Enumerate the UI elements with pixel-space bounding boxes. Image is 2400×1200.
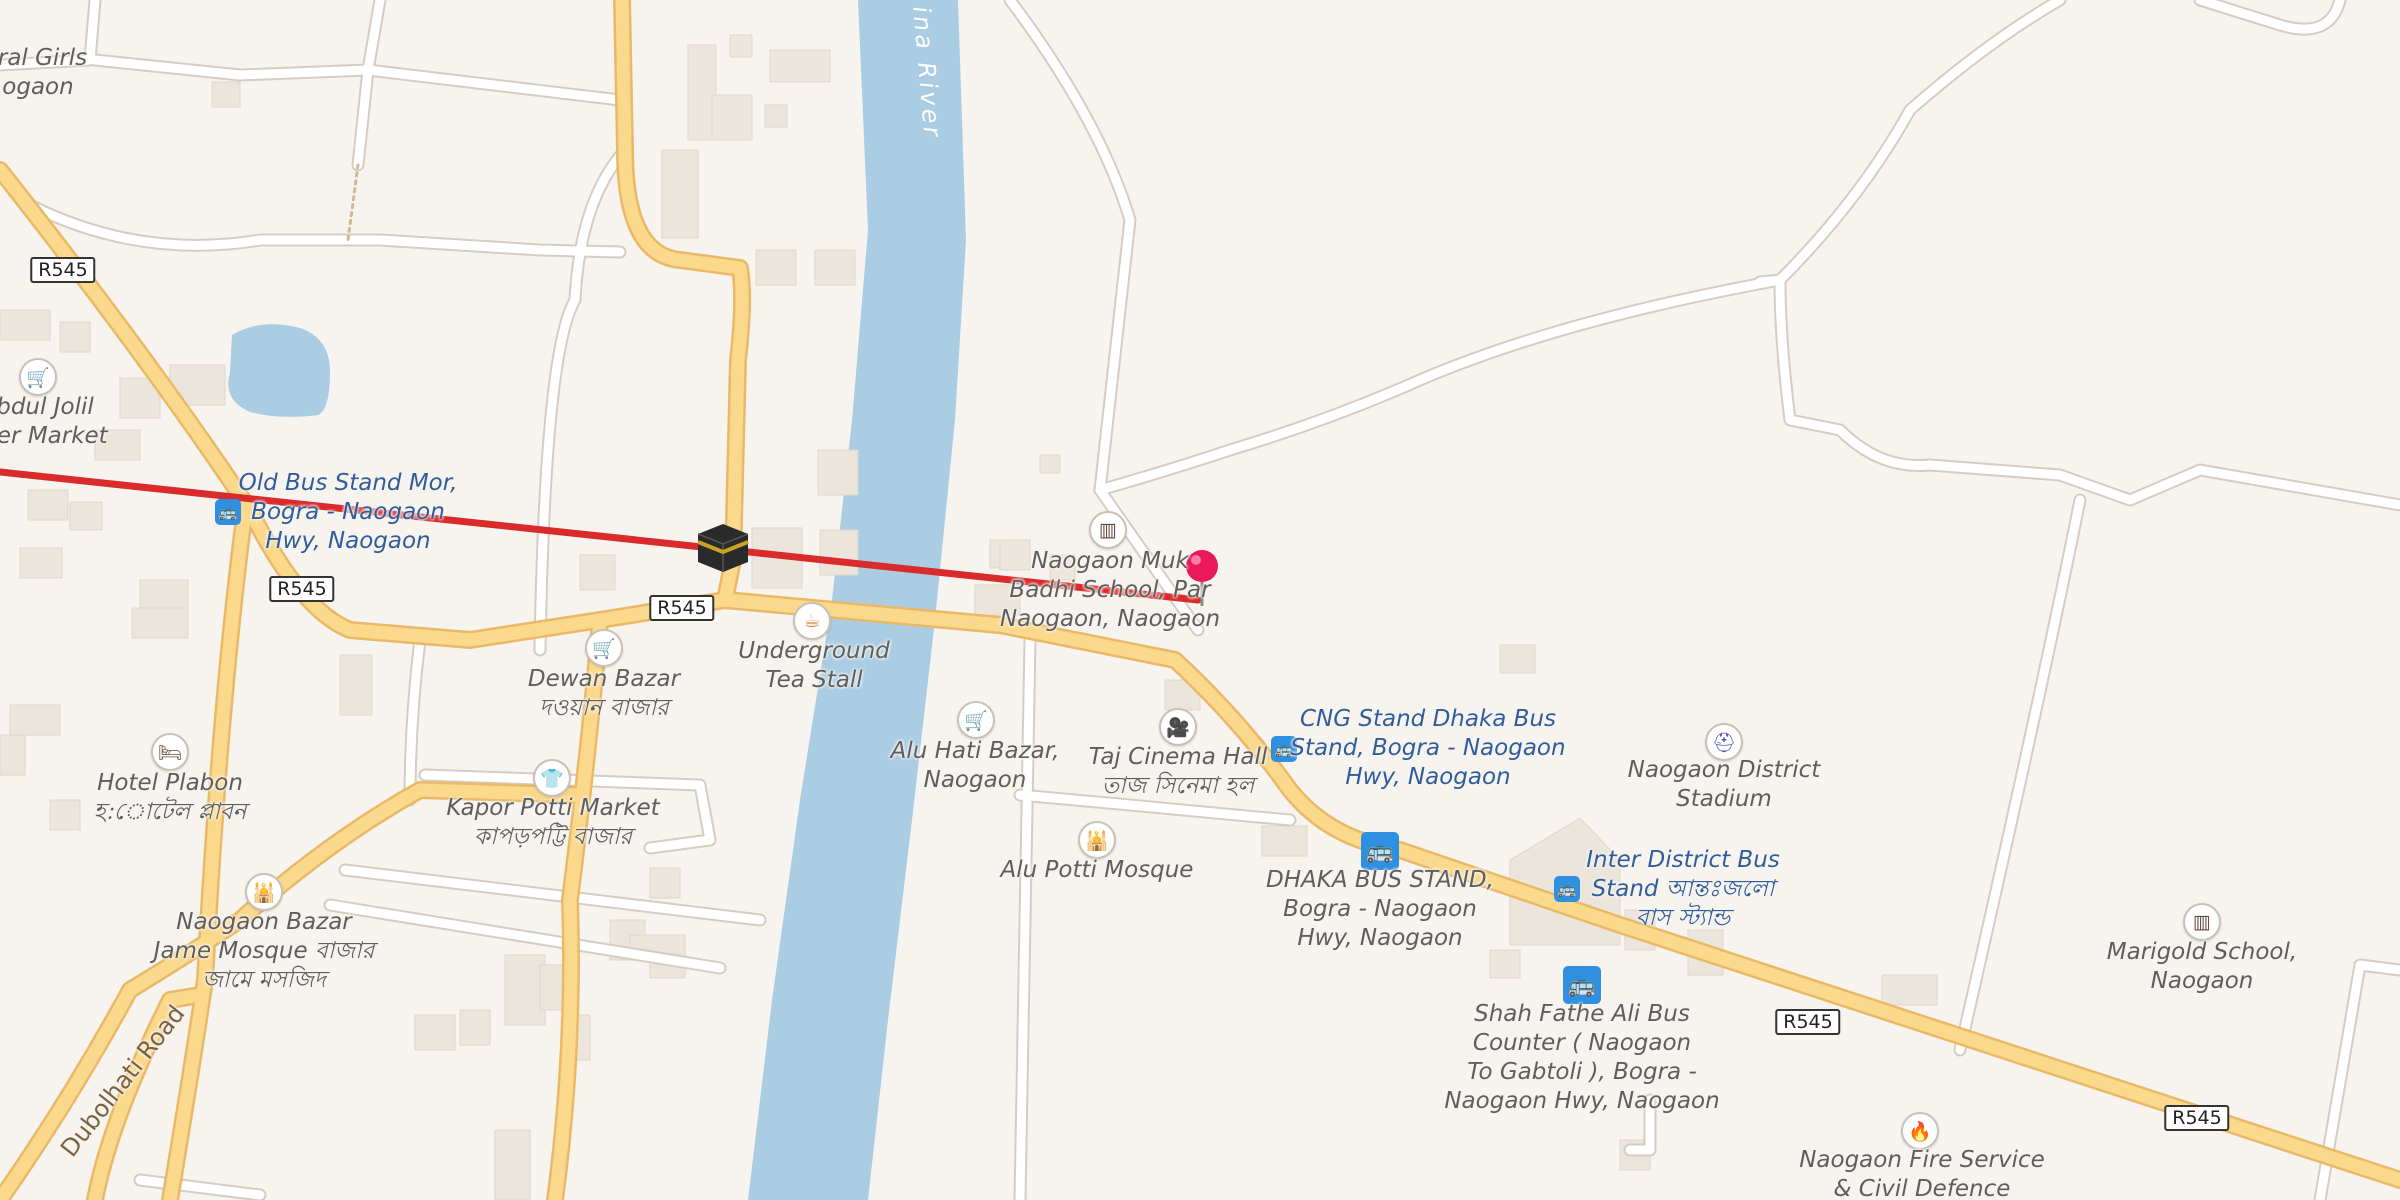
- place-label-taj-cinema-hall[interactable]: Taj Cinema Hall তাজ সিনেমা হল: [1089, 743, 1268, 801]
- cinema-camera-icon[interactable]: 🎥: [1159, 708, 1197, 746]
- bus-stop-icon[interactable]: 🚌: [215, 499, 241, 525]
- mosque-icon: 🕌: [252, 881, 276, 904]
- place-label-shah-fathe-ali[interactable]: Shah Fathe Ali Bus Counter ( Naogaon To …: [1444, 1000, 1719, 1116]
- coffee-cup-icon: ☕: [803, 610, 821, 632]
- place-label-dewan-bazar[interactable]: Dewan Bazar দওয়ান বাজার: [528, 665, 680, 723]
- bus-stop-icon: 🚌: [1366, 838, 1394, 864]
- place-label-dhaka-bus-stand[interactable]: DHAKA BUS STAND, Bogra - Naogaon Hwy, Na…: [1266, 866, 1494, 953]
- route-shield: R545: [649, 595, 715, 621]
- cinema-camera-icon: 🎥: [1166, 716, 1190, 739]
- shopping-cart-icon[interactable]: 🛒: [957, 701, 995, 739]
- fire-station-icon[interactable]: 🔥: [1901, 1112, 1939, 1150]
- pond: [228, 324, 330, 417]
- school-icon: ▥: [1099, 519, 1117, 541]
- place-label-alu-hati-bazar[interactable]: Alu Hati Bazar, Naogaon: [891, 737, 1060, 795]
- bed-icon[interactable]: 🛏: [151, 733, 189, 771]
- place-label-jame-mosque[interactable]: Naogaon Bazar Jame Mosque বাজার জামে মসজ…: [154, 908, 375, 995]
- shopping-cart-icon[interactable]: 🛒: [585, 629, 623, 667]
- mosque-icon[interactable]: 🕌: [245, 873, 283, 911]
- shirt-icon: 👕: [540, 767, 564, 790]
- route-shield: R545: [30, 257, 96, 283]
- place-label-naogaon-school[interactable]: Naogaon Muk Badhi School, Par Naogaon, N…: [1000, 547, 1220, 634]
- place-label-kapor-potti-market[interactable]: Kapor Potti Market কাপড়পট্টি বাজার: [446, 794, 659, 852]
- bus-stop-icon: 🚌: [1557, 880, 1577, 898]
- bus-stop-icon[interactable]: 🚌: [1554, 876, 1580, 902]
- route-shield: R545: [2164, 1105, 2230, 1131]
- place-label-hotel-plabon[interactable]: Hotel Plabon হ:োটেল প্লাবন: [94, 769, 247, 827]
- mosque-icon: 🕌: [1085, 829, 1109, 852]
- place-label-cng-stand[interactable]: CNG Stand Dhaka Bus Stand, Bogra - Naoga…: [1290, 705, 1565, 792]
- school-icon[interactable]: ▥: [1089, 511, 1127, 549]
- place-label-old-bus-stand[interactable]: Old Bus Stand Mor, Bogra - Naogaon Hwy, …: [239, 469, 458, 556]
- stadium-icon: ⛑: [1711, 731, 1737, 754]
- school-icon: ▥: [2193, 911, 2211, 933]
- place-label-abdul-jolil[interactable]: bdul Jolil per Market: [0, 393, 108, 451]
- bus-stop-icon[interactable]: 🚌: [1563, 966, 1601, 1004]
- school-icon[interactable]: ▥: [2183, 903, 2221, 941]
- place-label-alu-potti-mosque[interactable]: Alu Potti Mosque: [1001, 856, 1194, 885]
- coffee-cup-icon[interactable]: ☕: [793, 602, 831, 640]
- shirt-icon[interactable]: 👕: [533, 759, 571, 797]
- shopping-cart-icon: 🛒: [592, 637, 616, 660]
- bus-stop-icon: 🚌: [218, 503, 238, 521]
- route-shield: R545: [1775, 1009, 1841, 1035]
- place-label-marigold-school[interactable]: Marigold School, Naogaon: [2107, 938, 2297, 996]
- place-label-fire-service[interactable]: Naogaon Fire Service & Civil Defence: [1799, 1146, 2045, 1200]
- place-label-district-stadium[interactable]: Naogaon District Stadium: [1628, 756, 1821, 814]
- place-label-underground-tea-stall[interactable]: Underground Tea Stall: [738, 637, 890, 695]
- shopping-cart-icon[interactable]: 🛒: [19, 358, 57, 396]
- route-shield: R545: [269, 576, 335, 602]
- bus-stop-icon: 🚌: [1568, 972, 1596, 998]
- bed-icon: 🛏: [157, 741, 183, 764]
- fire-station-icon: 🔥: [1908, 1120, 1932, 1143]
- shopping-cart-icon: 🛒: [26, 366, 50, 389]
- place-label-girls-school[interactable]: tral Girls ogaon: [0, 44, 87, 102]
- map-canvas[interactable]: R545 R545 R545 R545 R545 ina River Dubol…: [0, 0, 2400, 1200]
- bus-stop-icon[interactable]: 🚌: [1361, 832, 1399, 870]
- kaaba-marker-icon[interactable]: [694, 520, 752, 574]
- place-label-inter-district-bus-stand[interactable]: Inter District Bus Stand আন্তঃজলো বাস স্…: [1586, 846, 1780, 933]
- mosque-icon[interactable]: 🕌: [1078, 821, 1116, 859]
- shopping-cart-icon: 🛒: [964, 709, 988, 732]
